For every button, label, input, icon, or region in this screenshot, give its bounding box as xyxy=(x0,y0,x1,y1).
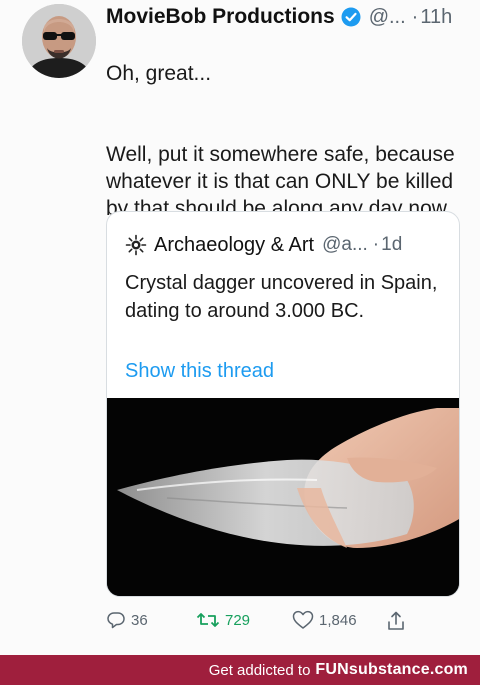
show-thread-link[interactable]: Show this thread xyxy=(125,360,274,383)
author-handle[interactable]: @... xyxy=(369,6,406,29)
quoted-author-handle[interactable]: @a... xyxy=(322,234,368,256)
avatar[interactable] xyxy=(22,4,96,78)
sunburst-logo-icon xyxy=(125,234,147,256)
reply-icon xyxy=(106,610,126,630)
retweet-icon xyxy=(196,610,220,630)
tweet-text-body: Well, put it somewhere safe, because wha… xyxy=(106,143,455,220)
quoted-tweet-text: Crystal dagger uncovered in Spain, datin… xyxy=(125,272,438,322)
tweet-header: MovieBob Productions @... · 11h xyxy=(106,4,452,30)
reply-count: 36 xyxy=(131,611,148,629)
crystal-dagger-photo xyxy=(107,398,459,596)
separator-dot: · xyxy=(372,234,380,255)
banner-prefix: Get addicted to xyxy=(208,661,311,679)
author-name[interactable]: MovieBob Productions xyxy=(106,5,335,29)
quoted-timestamp[interactable]: 1d xyxy=(381,234,402,256)
quoted-author-name[interactable]: Archaeology & Art xyxy=(154,234,314,257)
tweet-text-line1: Oh, great... xyxy=(106,62,212,85)
verified-badge-icon xyxy=(341,7,361,27)
tweet-timestamp[interactable]: 11h xyxy=(420,6,452,29)
like-button[interactable]: 1,846 xyxy=(292,610,357,630)
like-icon xyxy=(292,610,314,630)
site-watermark-banner: Get addicted to FUNsubstance.com xyxy=(0,655,480,685)
quoted-tweet-image[interactable] xyxy=(107,398,459,596)
like-count: 1,846 xyxy=(319,611,357,629)
quoted-tweet-header: Archaeology & Art @a... · 1d xyxy=(125,232,402,258)
avatar-image xyxy=(22,4,96,78)
quoted-tweet[interactable]: Archaeology & Art @a... · 1d Crystal dag… xyxy=(106,211,460,597)
tweet-card: MovieBob Productions @... · 11h Oh, grea… xyxy=(0,0,480,655)
retweet-button[interactable]: 729 xyxy=(196,610,250,630)
share-button[interactable] xyxy=(386,610,406,632)
banner-brand[interactable]: FUNsubstance.com xyxy=(315,661,468,679)
separator-dot: · xyxy=(411,5,419,28)
reply-button[interactable]: 36 xyxy=(106,610,148,630)
tweet-actions: 36 729 1,846 xyxy=(106,610,416,634)
share-icon xyxy=(386,610,406,632)
retweet-count: 729 xyxy=(225,611,251,629)
